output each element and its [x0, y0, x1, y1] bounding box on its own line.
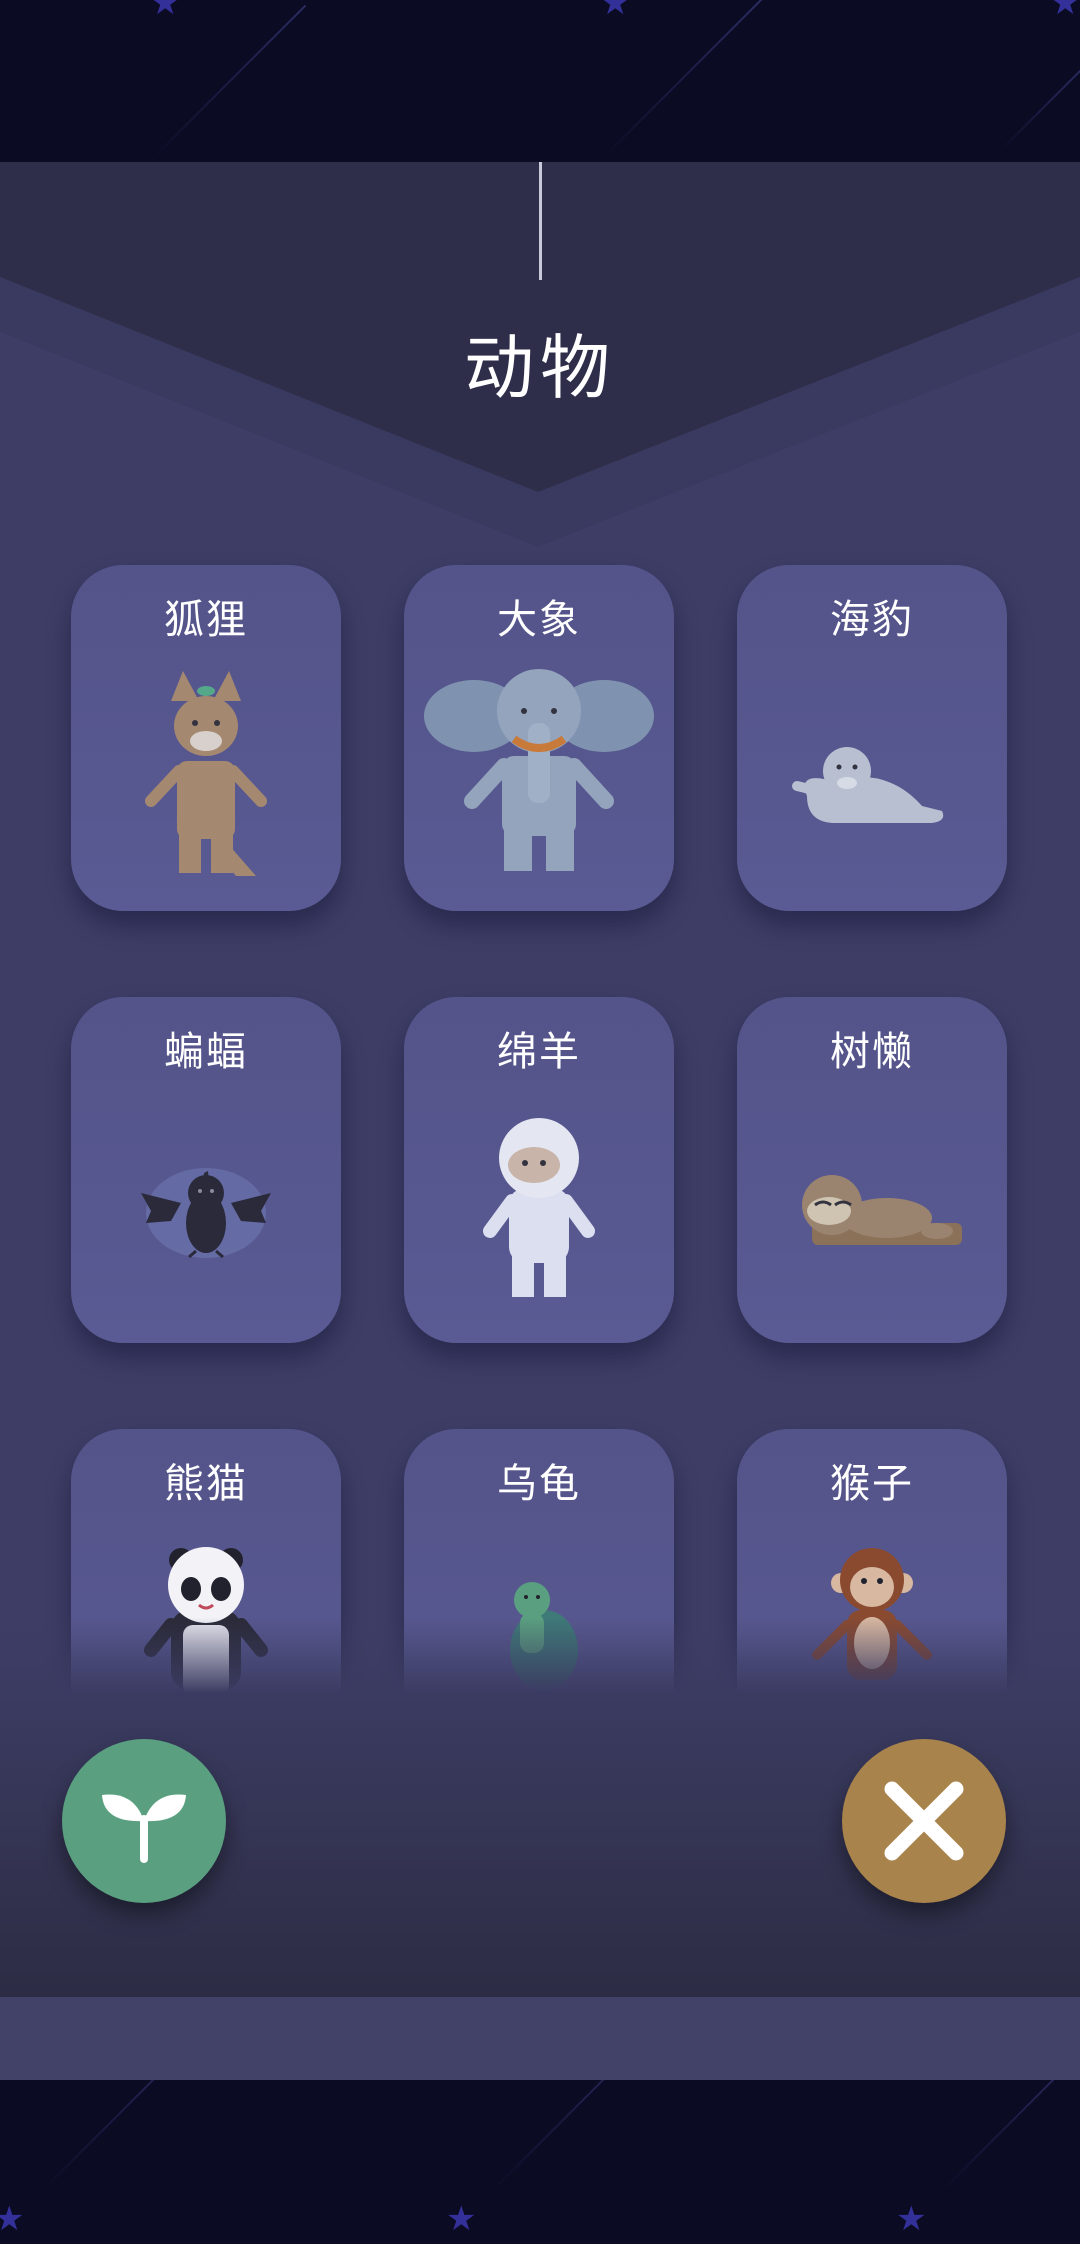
animal-label: 蝙蝠	[164, 1029, 248, 1075]
star-icon: ★	[1050, 0, 1080, 23]
shooting-streak	[599, 0, 764, 162]
animal-card-sheep[interactable]: 绵羊	[404, 997, 674, 1343]
elephant-icon	[424, 669, 654, 871]
animal-card-seal[interactable]: 海豹	[737, 565, 1007, 911]
animal-label: 绵羊	[497, 1029, 581, 1075]
animal-card-fox[interactable]: 狐狸	[71, 565, 341, 911]
fox-icon	[145, 671, 267, 876]
animal-label: 熊猫	[164, 1461, 248, 1507]
shooting-streak	[39, 2080, 204, 2194]
animal-card-bat[interactable]: 蝙蝠	[71, 997, 341, 1343]
night-sky-bottom: ★ ★ ★	[0, 2080, 1080, 2244]
bat-icon	[141, 1168, 271, 1259]
star-icon: ★	[150, 0, 181, 23]
animal-card-sloth[interactable]: 树懒	[737, 997, 1007, 1343]
category-panel: 动物 狐狸 大象 海豹 蝙蝠 绵羊 树懒 熊猫 乌龟 猴子	[0, 162, 1080, 1997]
close-button[interactable]	[842, 1739, 1006, 1903]
shooting-streak	[939, 2080, 1080, 2194]
star-icon: ★	[446, 2199, 477, 2239]
panel-footer-bar	[0, 1997, 1080, 2080]
shooting-streak	[999, 65, 1080, 152]
animal-label: 海豹	[830, 597, 914, 643]
animal-label: 大象	[497, 597, 581, 643]
plant-button[interactable]	[62, 1739, 226, 1903]
seal-icon	[792, 747, 944, 823]
sloth-icon	[802, 1175, 962, 1245]
shooting-streak	[489, 2080, 654, 2194]
animal-label: 猴子	[830, 1461, 914, 1507]
night-sky-top: ★ ★ ★	[0, 0, 1080, 162]
sprout-icon	[102, 1794, 186, 1863]
star-icon: ★	[896, 2199, 927, 2239]
close-icon	[884, 1781, 964, 1861]
animal-card-elephant[interactable]: 大象	[404, 565, 674, 911]
category-title: 动物	[464, 327, 616, 409]
animal-label: 狐狸	[164, 597, 248, 643]
animal-label: 乌龟	[497, 1461, 581, 1507]
star-icon: ★	[0, 2199, 25, 2239]
animal-label: 树懒	[830, 1029, 914, 1075]
shooting-streak	[149, 4, 307, 162]
sheep-icon	[483, 1118, 595, 1297]
star-icon: ★	[600, 0, 631, 23]
hanging-line	[539, 162, 542, 280]
